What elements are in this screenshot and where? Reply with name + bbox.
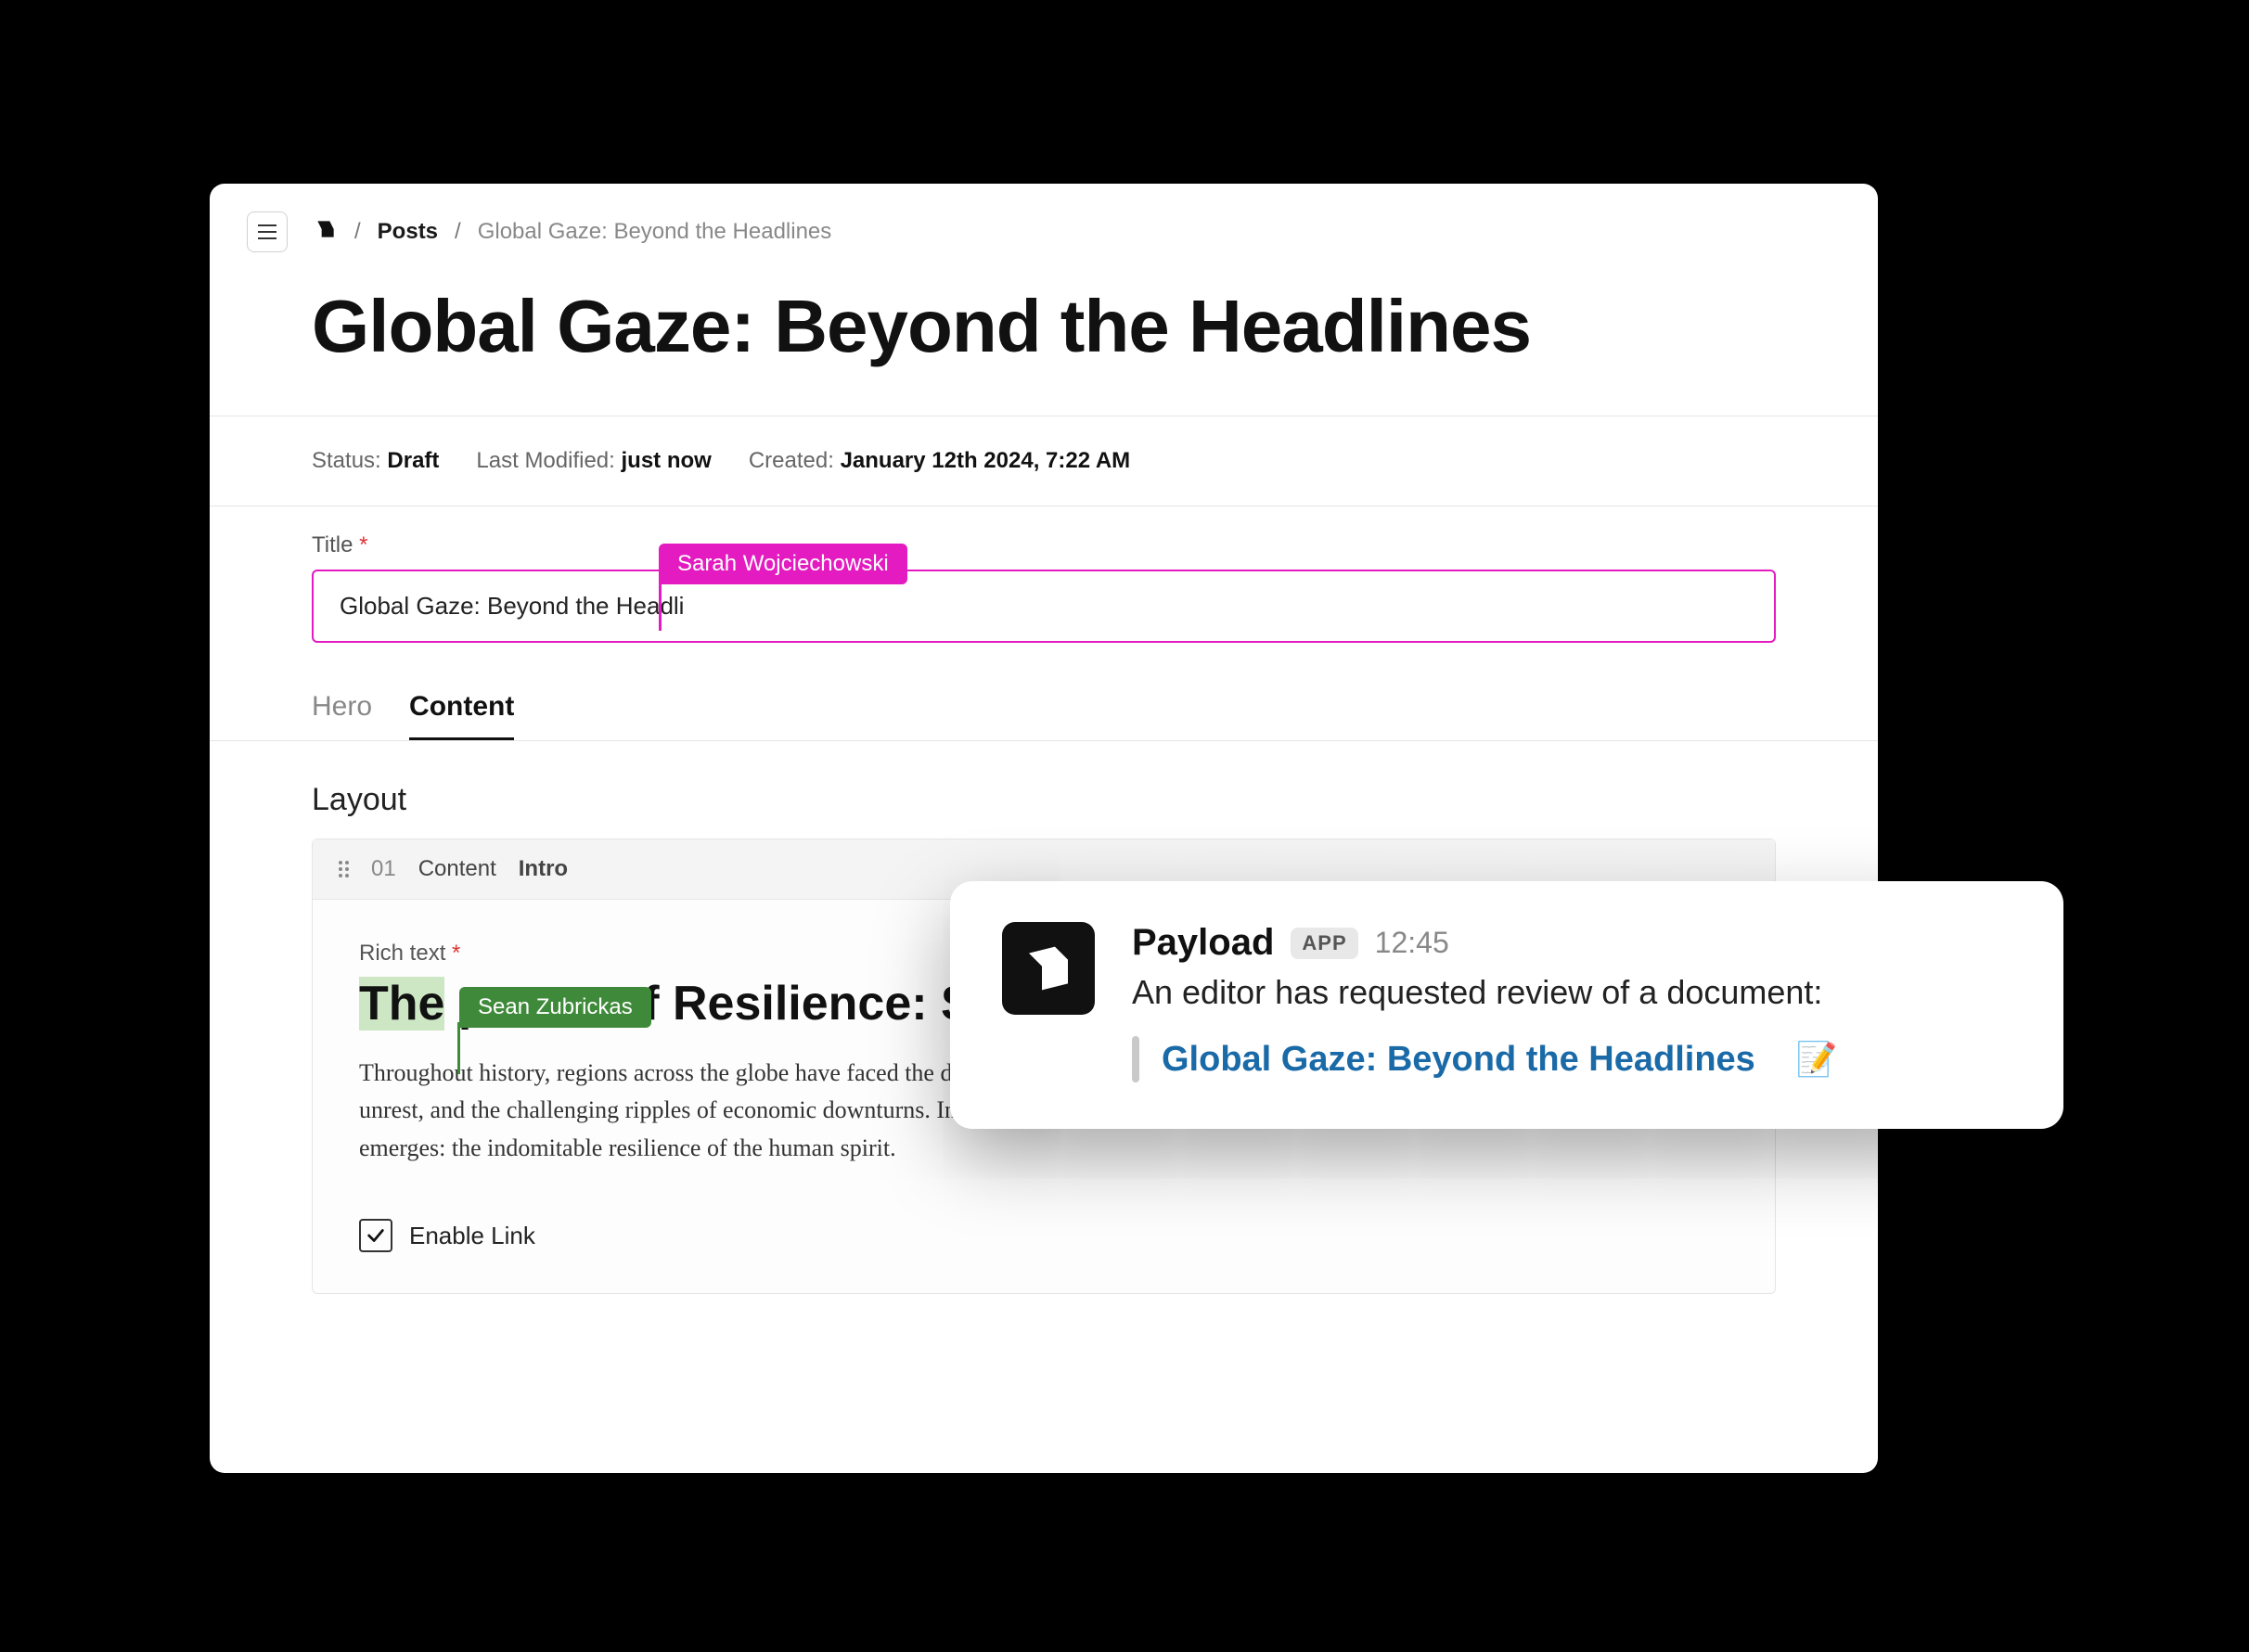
title-field-block: Title * Sarah Wojciechowski [210,506,1878,643]
memo-emoji-icon: 📝 [1796,1040,1838,1079]
breadcrumb-current: Global Gaze: Beyond the Headlines [478,219,832,245]
layout-heading: Layout [210,741,1878,839]
toast-header: Payload APP 12:45 [1132,922,2011,964]
modified-meta: Last Modified: just now [476,448,711,474]
required-asterisk: * [359,532,367,557]
collaborator-tag-sarah: Sarah Wojciechowski [659,544,907,584]
topbar: / Posts / Global Gaze: Beyond the Headli… [210,184,1878,275]
required-asterisk: * [452,941,460,966]
status-value: Draft [387,448,439,473]
block-index: 01 [371,856,396,882]
modified-value: just now [622,448,712,473]
toast-app-badge: APP [1291,928,1357,959]
block-kind: Content [418,856,496,882]
title-input-wrap: Sarah Wojciechowski [312,570,1776,643]
notification-toast: Payload APP 12:45 An editor has requeste… [950,881,2063,1129]
document-meta: Status: Draft Last Modified: just now Cr… [210,416,1878,506]
title-input[interactable] [312,570,1776,643]
toast-body: Payload APP 12:45 An editor has requeste… [1132,922,2011,1082]
enable-link-label: Enable Link [409,1222,535,1250]
richtext-label-text: Rich text [359,941,445,966]
quote-bar-icon [1132,1036,1139,1082]
breadcrumb-collection[interactable]: Posts [378,219,438,245]
enable-link-row: Enable Link [359,1219,1729,1252]
payload-logo-icon [1022,942,1074,994]
tab-content[interactable]: Content [409,691,514,740]
hamburger-menu-button[interactable] [247,211,288,252]
collaborator-caret [659,583,662,631]
tab-hero[interactable]: Hero [312,691,372,740]
status-meta: Status: Draft [312,448,439,474]
toast-document-link[interactable]: Global Gaze: Beyond the Headlines [1162,1040,1755,1080]
breadcrumb-separator: / [354,219,361,245]
cms-window: / Posts / Global Gaze: Beyond the Headli… [210,184,1878,1473]
highlighted-selection: The [359,977,444,1031]
created-value: January 12th 2024, 7:22 AM [841,448,1131,473]
enable-link-checkbox[interactable] [359,1219,392,1252]
toast-timestamp: 12:45 [1375,926,1449,960]
title-label-text: Title [312,532,353,557]
toast-app-icon [1002,922,1095,1015]
toast-app-name: Payload [1132,922,1274,964]
breadcrumb-separator: / [455,219,461,245]
toast-link-row: Global Gaze: Beyond the Headlines 📝 [1132,1036,2011,1082]
check-icon [366,1225,386,1246]
status-label: Status: [312,448,381,473]
collaborator-tag-sean: Sean Zubrickas [459,987,651,1028]
created-label: Created: [749,448,834,473]
toast-message: An editor has requested review of a docu… [1132,973,2011,1012]
drag-handle-icon[interactable] [339,861,349,877]
title-field-label: Title * [312,532,1776,558]
block-variant: Intro [519,856,568,882]
logo-icon[interactable] [314,217,338,248]
modified-label: Last Modified: [476,448,614,473]
created-meta: Created: January 12th 2024, 7:22 AM [749,448,1130,474]
page-title: Global Gaze: Beyond the Headlines [210,275,1878,416]
collaborator-caret-green [457,1022,460,1074]
tabs: Hero Content [210,643,1878,740]
